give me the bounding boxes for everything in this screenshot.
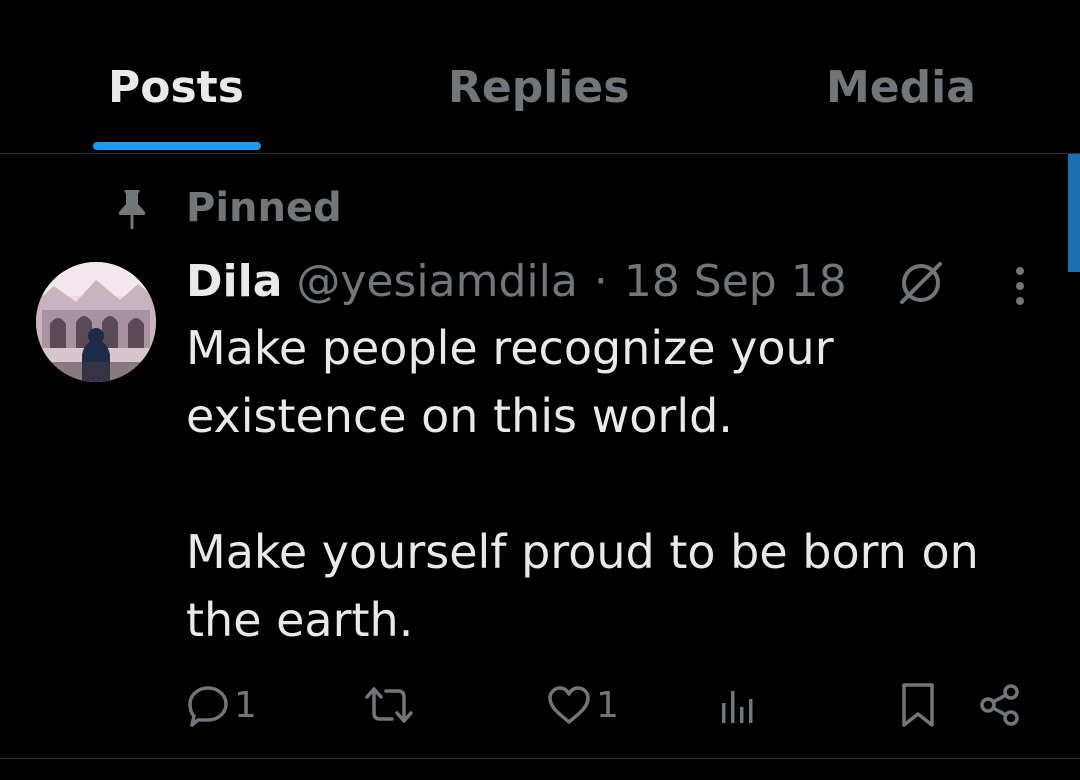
post-text: Make people recognize your existence on … <box>186 314 1036 654</box>
pin-icon <box>119 190 145 229</box>
profile-tabs: Posts Replies Media <box>0 0 1080 154</box>
tab-posts[interactable]: Posts <box>108 56 244 120</box>
post-date[interactable]: 18 Sep 18 <box>624 256 847 307</box>
header-separator: · <box>593 256 608 307</box>
scrollbar-thumb[interactable] <box>1068 154 1080 272</box>
post-text-paragraph-1: Make people recognize your existence on … <box>186 321 834 443</box>
reply-button[interactable]: 1 <box>186 680 257 730</box>
bookmark-icon <box>902 683 934 727</box>
reply-count: 1 <box>234 684 257 726</box>
post-text-paragraph-2: Make yourself proud to be born on the ea… <box>186 525 979 647</box>
post-divider <box>0 758 1080 759</box>
tab-replies[interactable]: Replies <box>448 56 629 120</box>
blocked-icon <box>900 262 942 304</box>
pinned-label: Pinned <box>186 185 342 231</box>
share-button[interactable] <box>978 680 1022 730</box>
like-button[interactable]: 1 <box>546 680 619 730</box>
reply-icon <box>188 686 228 727</box>
post-header: Dila @yesiamdila · 18 Sep 18 <box>186 252 847 312</box>
author-name[interactable]: Dila <box>186 256 282 307</box>
more-icon[interactable] <box>1004 264 1036 308</box>
like-icon <box>548 686 590 724</box>
bookmark-button[interactable] <box>896 680 940 730</box>
like-count: 1 <box>596 684 619 726</box>
avatar[interactable] <box>36 262 156 382</box>
tab-media[interactable]: Media <box>826 56 976 120</box>
share-icon <box>980 684 1019 726</box>
views-icon <box>722 691 753 723</box>
author-handle[interactable]: @yesiamdila <box>296 256 577 307</box>
repost-button[interactable] <box>364 680 414 730</box>
repost-icon <box>365 687 413 723</box>
views-button[interactable] <box>716 680 760 730</box>
active-tab-indicator <box>93 142 261 150</box>
profile-posts-screen: Posts Replies Media Pinned Dila @yesiamd… <box>0 0 1080 780</box>
